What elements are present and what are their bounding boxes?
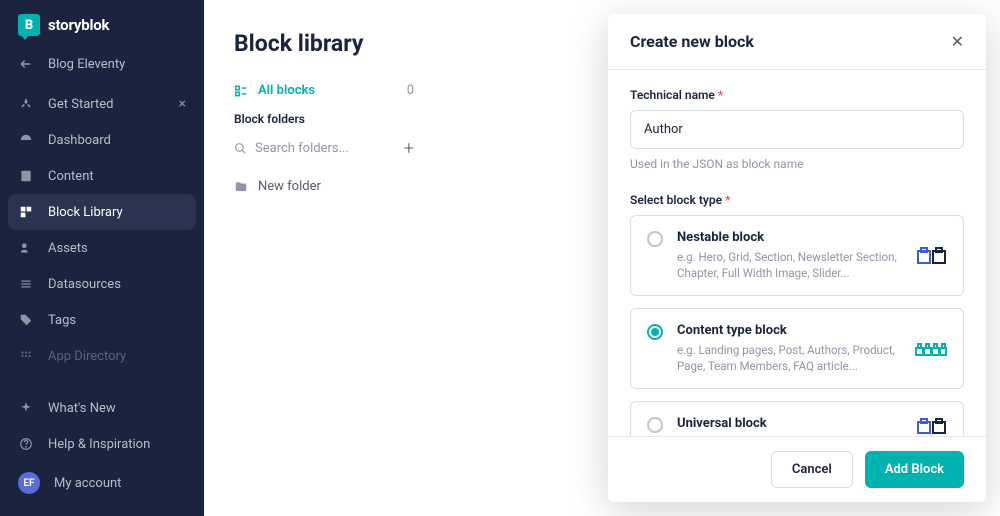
option-universal-block[interactable]: Universal block bbox=[630, 401, 964, 436]
sidebar-item-assets[interactable]: Assets bbox=[0, 230, 204, 266]
radio-icon bbox=[647, 417, 663, 433]
avatar: EF bbox=[18, 472, 40, 494]
sidebar-item-label: Content bbox=[48, 169, 94, 184]
sidebar-item-label: Block Library bbox=[48, 205, 123, 220]
sidebar-item-label: Datasources bbox=[48, 277, 121, 292]
sidebar-item-block-library[interactable]: Block Library bbox=[8, 194, 196, 230]
search-input[interactable]: Search folders... bbox=[255, 141, 349, 156]
sidebar-item-app-directory[interactable]: App Directory bbox=[0, 338, 204, 374]
select-block-type-label: Select block type * bbox=[630, 193, 964, 207]
option-desc: e.g. Hero, Grid, Section, Newsletter Sec… bbox=[677, 249, 903, 281]
radio-icon bbox=[647, 324, 663, 340]
add-block-button[interactable]: Add Block bbox=[865, 451, 964, 488]
content-icon bbox=[18, 168, 34, 184]
logo-text: storyblok bbox=[48, 16, 109, 34]
sidebar-item-label: Dashboard bbox=[48, 133, 111, 148]
logo[interactable]: B storyblok bbox=[0, 0, 204, 46]
sidebar-item-label: Help & Inspiration bbox=[48, 437, 150, 452]
modal-close-button[interactable]: ✕ bbox=[951, 32, 964, 51]
radio-icon bbox=[647, 231, 663, 247]
content-type-icon bbox=[915, 342, 947, 356]
nestable-icon bbox=[917, 247, 947, 265]
folder-item[interactable]: New folder bbox=[234, 179, 414, 194]
sidebar-item-content[interactable]: Content bbox=[0, 158, 204, 194]
logo-mark-icon: B bbox=[18, 14, 40, 36]
folders-title: Block folders bbox=[234, 112, 414, 126]
create-block-modal: Create new block ✕ Technical name * Used… bbox=[608, 14, 986, 502]
sidebar-item-datasources[interactable]: Datasources bbox=[0, 266, 204, 302]
sidebar-item-label: My account bbox=[54, 476, 121, 491]
sidebar-item-label: Assets bbox=[48, 241, 88, 256]
folder-label: New folder bbox=[258, 179, 321, 194]
all-blocks-label: All blocks bbox=[258, 83, 315, 98]
sidebar-item-get-started[interactable]: Get Started × bbox=[0, 86, 204, 122]
apps-icon bbox=[18, 348, 34, 364]
sidebar-item-whats-new[interactable]: What's New bbox=[0, 390, 204, 426]
technical-name-helper: Used in the JSON as block name bbox=[630, 157, 964, 171]
back-button[interactable]: Blog Eleventy bbox=[0, 46, 204, 82]
sidebar-bottom: What's New Help & Inspiration EF My acco… bbox=[0, 390, 204, 516]
sidebar-item-tags[interactable]: Tags bbox=[0, 302, 204, 338]
search-icon bbox=[234, 142, 247, 155]
main: Block library All blocks 0 Block folders… bbox=[204, 0, 1000, 516]
tag-icon bbox=[18, 312, 34, 328]
sidebar-item-label: App Directory bbox=[48, 349, 126, 364]
sidebar: B storyblok Blog Eleventy Get Started × … bbox=[0, 0, 204, 516]
option-title: Nestable block bbox=[677, 230, 903, 245]
option-title: Content type block bbox=[677, 323, 901, 338]
all-blocks-icon bbox=[234, 84, 248, 98]
back-label: Blog Eleventy bbox=[48, 57, 125, 72]
arrow-left-icon bbox=[18, 56, 34, 72]
sparkle-icon bbox=[18, 400, 34, 416]
rocket-icon bbox=[18, 96, 34, 112]
technical-name-input[interactable] bbox=[630, 110, 964, 149]
sidebar-item-label: What's New bbox=[48, 401, 116, 416]
dashboard-icon bbox=[18, 132, 34, 148]
datasources-icon bbox=[18, 276, 34, 292]
sidebar-item-account[interactable]: EF My account bbox=[0, 462, 204, 504]
sidebar-item-label: Get Started bbox=[48, 97, 113, 112]
sidebar-item-dashboard[interactable]: Dashboard bbox=[0, 122, 204, 158]
all-blocks-link[interactable]: All blocks 0 bbox=[234, 83, 414, 98]
sidebar-item-help[interactable]: Help & Inspiration bbox=[0, 426, 204, 462]
folder-icon bbox=[234, 180, 248, 194]
option-nestable-block[interactable]: Nestable block e.g. Hero, Grid, Section,… bbox=[630, 215, 964, 296]
add-folder-button[interactable]: + bbox=[404, 138, 414, 159]
option-desc: e.g. Landing pages, Post, Authors, Produ… bbox=[677, 342, 901, 374]
option-content-type-block[interactable]: Content type block e.g. Landing pages, P… bbox=[630, 308, 964, 389]
assets-icon bbox=[18, 240, 34, 256]
modal-title: Create new block bbox=[630, 32, 754, 51]
folders-panel: All blocks 0 Block folders Search folder… bbox=[234, 83, 414, 322]
sidebar-item-label: Tags bbox=[48, 313, 76, 328]
cancel-button[interactable]: Cancel bbox=[771, 451, 853, 488]
blocks-icon bbox=[18, 204, 34, 220]
close-icon[interactable]: × bbox=[179, 96, 186, 112]
help-icon bbox=[18, 436, 34, 452]
option-title: Universal block bbox=[677, 416, 903, 431]
technical-name-label: Technical name * bbox=[630, 88, 964, 102]
nav: Get Started × Dashboard Content Block Li… bbox=[0, 82, 204, 378]
universal-icon bbox=[917, 418, 947, 434]
all-blocks-count: 0 bbox=[407, 83, 414, 98]
